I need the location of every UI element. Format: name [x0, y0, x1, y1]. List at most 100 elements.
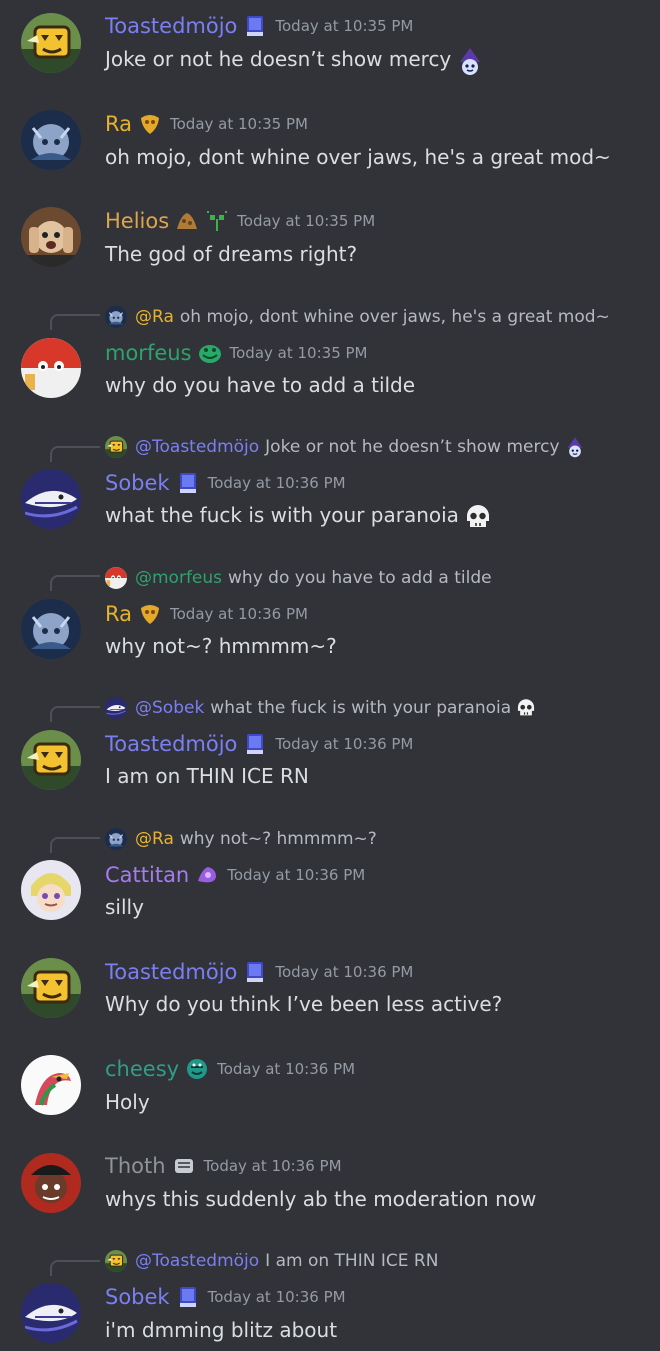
message-content: silly: [105, 895, 144, 919]
timestamp: Today at 10:36 PM: [275, 963, 414, 981]
avatar-toastedmojo[interactable]: [21, 13, 81, 73]
reply-preview[interactable]: @Ra why not~? hmmmm~?: [105, 826, 377, 852]
avatar-toastedmojo[interactable]: [21, 730, 81, 790]
message-content: The god of dreams right?: [105, 242, 358, 266]
author-name[interactable]: Toastedmöjo: [105, 729, 237, 759]
reply-author[interactable]: @Sobek: [135, 698, 204, 718]
reply-preview[interactable]: @Toastedmöjo Joke or not he doesn’t show…: [105, 434, 586, 460]
message-item: Toastedmöjo Today at 10:36 PM Why do you…: [0, 945, 660, 1042]
reply-preview[interactable]: @Sobek what the fuck is with your parano…: [105, 695, 537, 721]
message-content: Joke or not he doesn’t show mercy: [105, 44, 485, 76]
message-content: what the fuck is with your paranoia: [105, 500, 493, 532]
author-name[interactable]: Ra: [105, 599, 132, 629]
avatar-sobek[interactable]: [21, 469, 81, 529]
reply-spine: [50, 575, 100, 591]
timestamp: Today at 10:36 PM: [207, 1288, 346, 1306]
reply-text: why do you have to add a tilde: [228, 568, 492, 588]
message-content: Why do you think I’ve been less active?: [105, 992, 503, 1016]
author-name[interactable]: Cattitan: [105, 860, 189, 890]
reply-preview[interactable]: @Toastedmöjo I am on THIN ICE RN: [105, 1248, 438, 1274]
author-name[interactable]: Ra: [105, 109, 132, 139]
avatar-helios[interactable]: [21, 207, 81, 267]
author-name[interactable]: Toastedmöjo: [105, 11, 237, 41]
reply-text: Joke or not he doesn’t show mercy: [265, 437, 560, 457]
reply-author[interactable]: @Ra: [135, 829, 174, 849]
timestamp: Today at 10:36 PM: [170, 605, 308, 623]
message-item: cheesy Today at 10:36 PM Holy: [0, 1042, 660, 1139]
wizard-cat-emoji-icon: [564, 436, 586, 458]
reply-author[interactable]: @Toastedmöjo: [135, 437, 259, 457]
avatar-ra[interactable]: [21, 110, 81, 170]
author-name[interactable]: Sobek: [105, 1282, 170, 1312]
wizard-cat-emoji-icon[interactable]: [455, 46, 485, 76]
reply-text: what the fuck is with your paranoia: [210, 698, 512, 718]
purple-potion-icon[interactable]: [195, 863, 219, 887]
message-item: @Ra oh mojo, dont whine over jaws, he's …: [0, 296, 660, 418]
timestamp: Today at 10:36 PM: [207, 474, 346, 492]
author-name[interactable]: Sobek: [105, 468, 170, 498]
reply-preview[interactable]: @morfeus why do you have to add a tilde: [105, 565, 492, 591]
author-name[interactable]: cheesy: [105, 1054, 179, 1084]
message-content: why do you have to add a tilde: [105, 373, 416, 397]
blue-book-icon[interactable]: [176, 471, 200, 495]
blue-book-icon[interactable]: [243, 732, 267, 756]
message-item: Helios Today at 10:35 PM The god of drea…: [0, 193, 660, 289]
message-content: why not~? hmmmm~?: [105, 634, 337, 658]
message-item: @Toastedmöjo Joke or not he doesn’t show…: [0, 426, 660, 550]
reply-spine: [50, 314, 100, 330]
skull-emoji-icon: [515, 697, 537, 719]
timestamp: Today at 10:35 PM: [229, 344, 368, 362]
avatar-cattitan[interactable]: [21, 860, 81, 920]
message-item: @Ra why not~? hmmmm~? Cattitan Today at …: [0, 818, 660, 940]
green-frog-icon[interactable]: [198, 341, 222, 365]
grey-scroll-icon[interactable]: [172, 1154, 196, 1178]
avatar-toastedmojo[interactable]: [21, 958, 81, 1018]
reply-author[interactable]: @Ra: [135, 307, 174, 327]
message-item: Ra Today at 10:35 PM oh mojo, dont whine…: [0, 96, 660, 193]
message-item: @Toastedmöjo I am on THIN ICE RN Sobek T…: [0, 1241, 660, 1351]
gold-mask-icon[interactable]: [138, 602, 162, 626]
reply-spine: [50, 1260, 100, 1276]
bronze-pile-icon[interactable]: [175, 209, 199, 233]
message-item: Thoth Today at 10:36 PM whys this sudden…: [0, 1139, 660, 1236]
message-item: Toastedmöjo Today at 10:35 PM Joke or no…: [0, 0, 660, 96]
sprout-icon[interactable]: [205, 209, 229, 233]
timestamp: Today at 10:36 PM: [203, 1157, 342, 1175]
reply-avatar: [105, 306, 127, 328]
reply-spine: [50, 837, 100, 853]
avatar-ra[interactable]: [21, 599, 81, 659]
reply-preview[interactable]: @Ra oh mojo, dont whine over jaws, he's …: [105, 304, 610, 330]
timestamp: Today at 10:36 PM: [227, 866, 366, 884]
message-content: Holy: [105, 1090, 150, 1114]
reply-author[interactable]: @morfeus: [135, 568, 222, 588]
reply-text: why not~? hmmmm~?: [179, 829, 377, 849]
author-name[interactable]: Thoth: [105, 1151, 166, 1181]
blue-book-icon[interactable]: [243, 14, 267, 38]
gold-mask-icon[interactable]: [138, 112, 162, 136]
blue-book-icon[interactable]: [176, 1285, 200, 1309]
reply-avatar: [105, 567, 127, 589]
reply-text: oh mojo, dont whine over jaws, he's a gr…: [179, 307, 610, 327]
reply-author[interactable]: @Toastedmöjo: [135, 1251, 259, 1271]
reply-spine: [50, 446, 100, 462]
avatar-morfeus[interactable]: [21, 338, 81, 398]
skull-emoji-icon[interactable]: [463, 502, 493, 532]
message-content: oh mojo, dont whine over jaws, he's a gr…: [105, 145, 611, 169]
timestamp: Today at 10:36 PM: [275, 735, 414, 753]
timestamp: Today at 10:35 PM: [170, 115, 308, 133]
message-item: @Sobek what the fuck is with your parano…: [0, 687, 660, 809]
author-name[interactable]: Toastedmöjo: [105, 957, 237, 987]
reply-avatar: [105, 436, 127, 458]
blue-book-icon[interactable]: [243, 960, 267, 984]
avatar-sobek[interactable]: [21, 1283, 81, 1343]
author-name[interactable]: Helios: [105, 206, 169, 236]
teal-dragon-icon[interactable]: [185, 1057, 209, 1081]
message-content: whys this suddenly ab the moderation now: [105, 1187, 537, 1211]
timestamp: Today at 10:36 PM: [217, 1060, 356, 1078]
message-content: i'm dmming blitz about: [105, 1318, 338, 1342]
author-name[interactable]: morfeus: [105, 338, 192, 368]
avatar-cheesy[interactable]: [21, 1055, 81, 1115]
timestamp: Today at 10:35 PM: [237, 212, 376, 230]
reply-spine: [50, 706, 100, 722]
avatar-thoth[interactable]: [21, 1153, 81, 1213]
